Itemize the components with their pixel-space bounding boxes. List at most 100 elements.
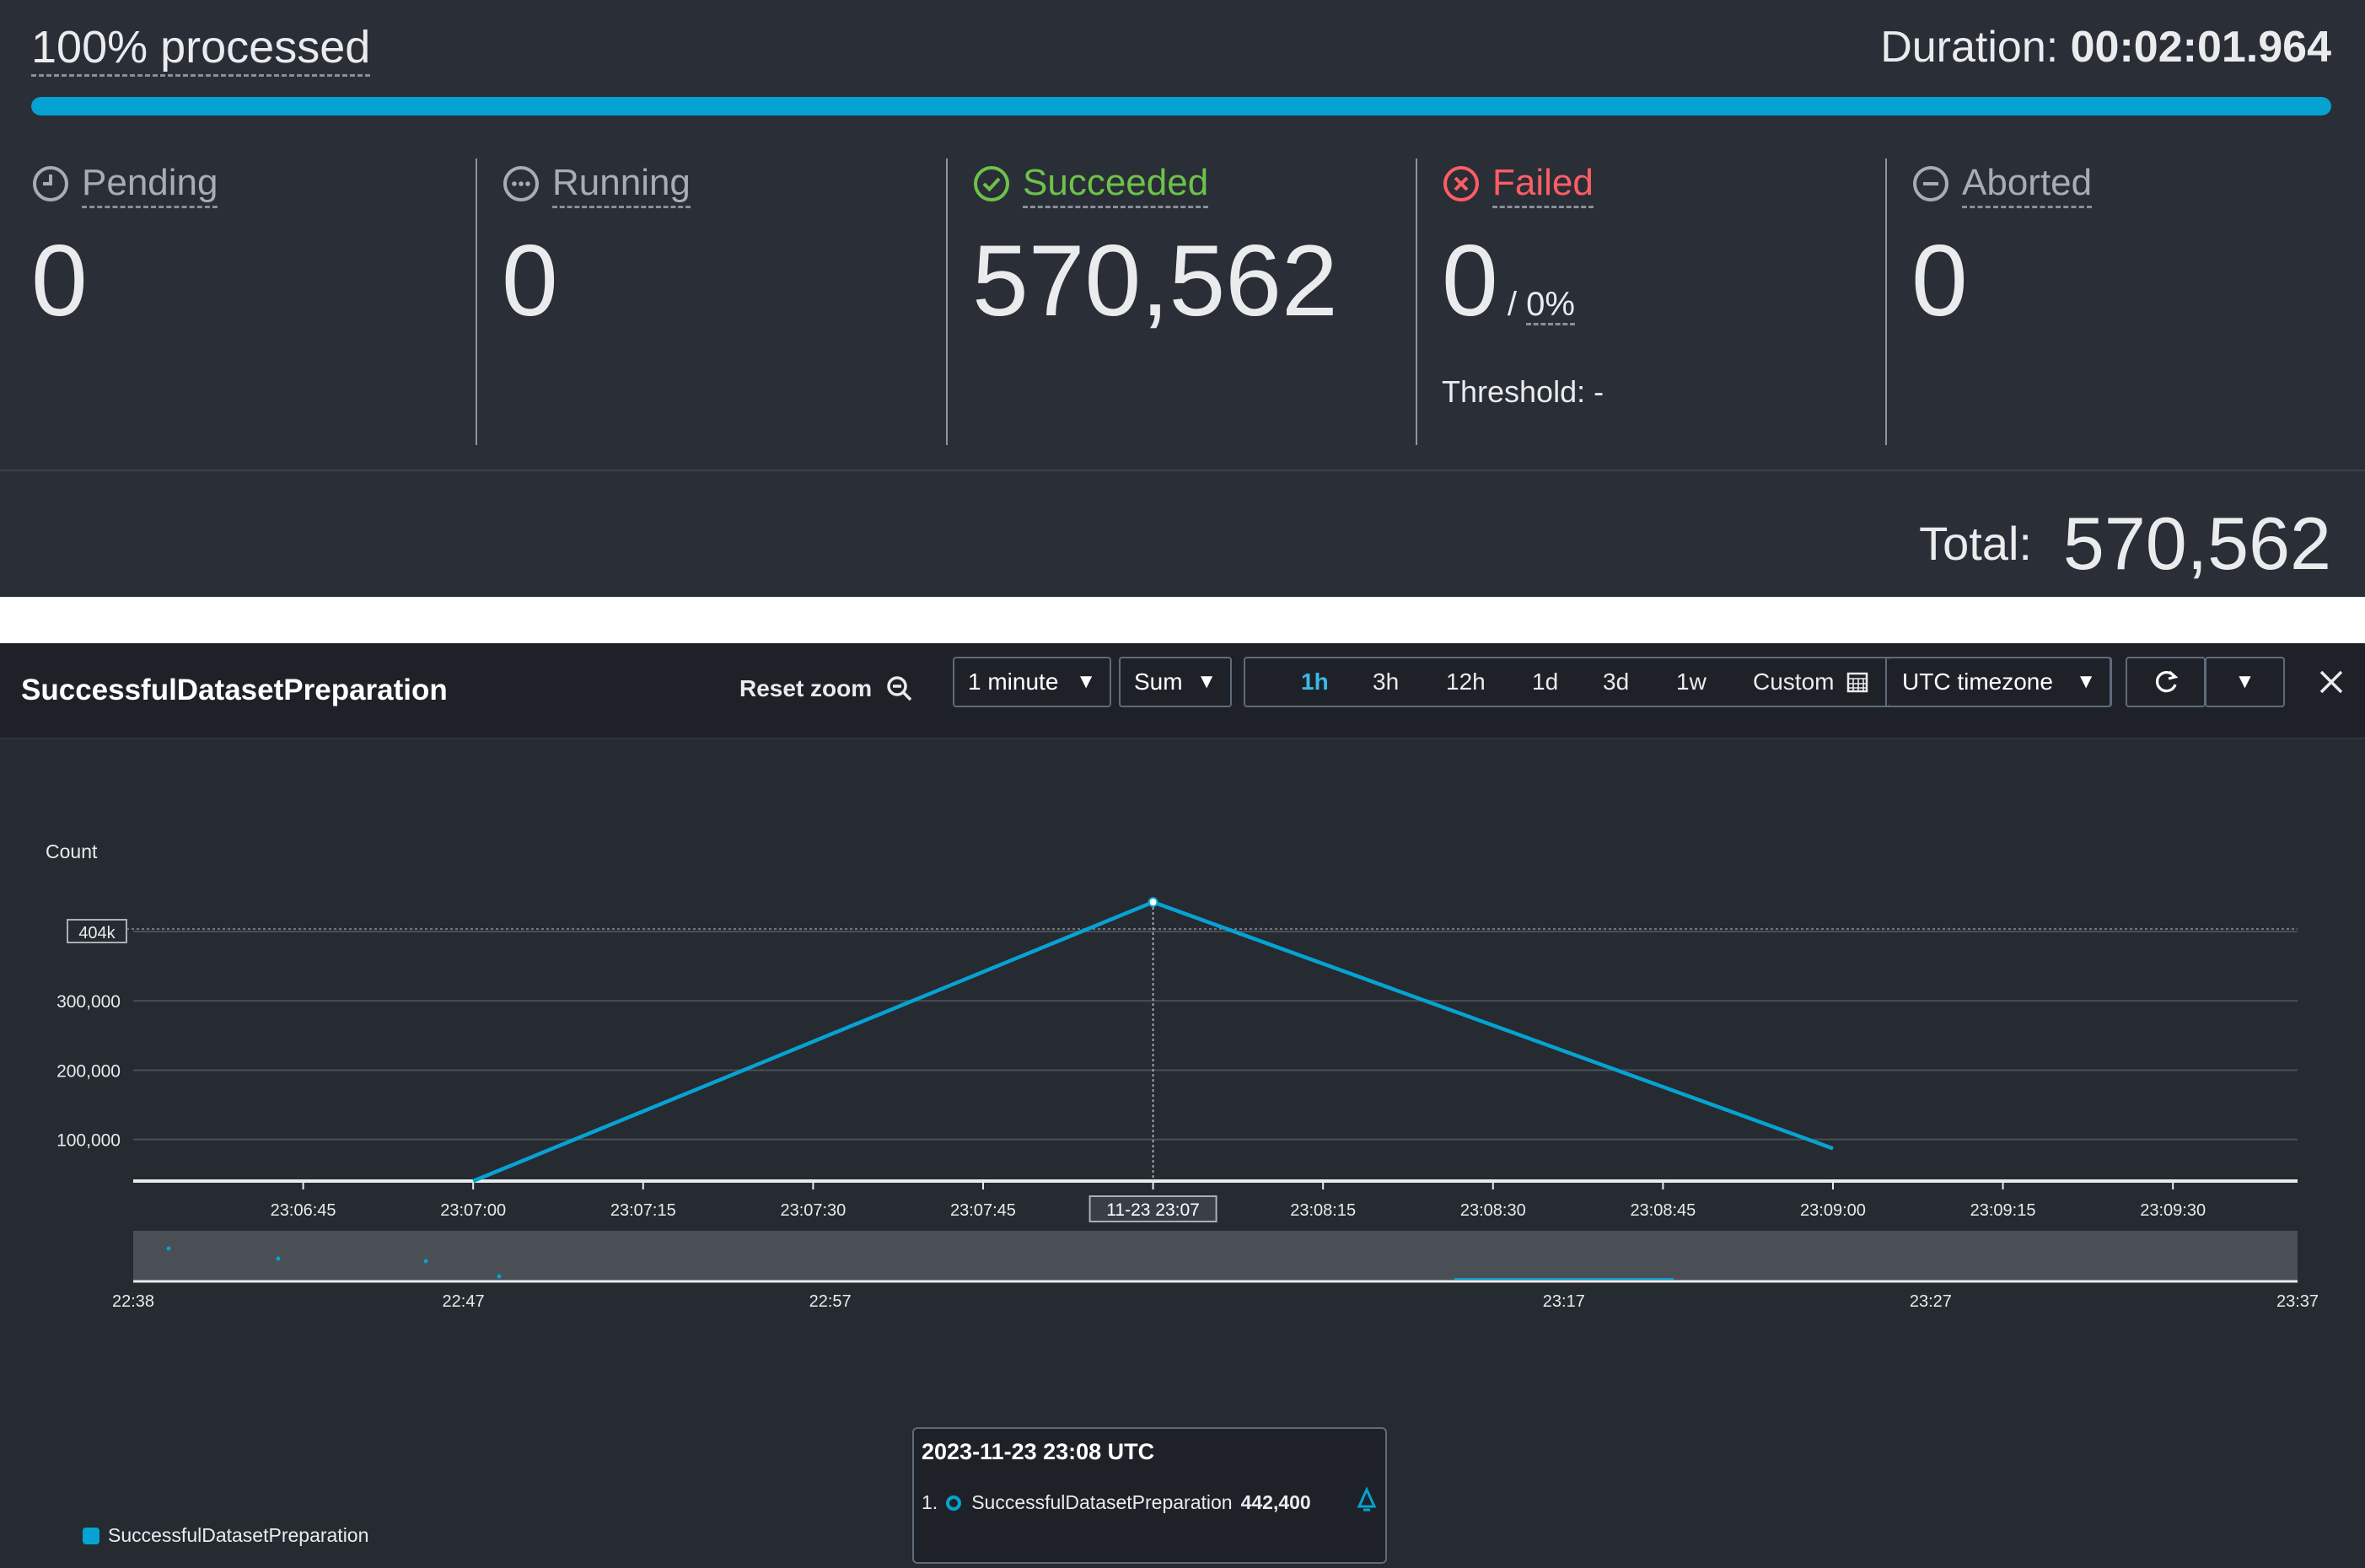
stat-divider bbox=[476, 158, 477, 445]
overview-tick-label: 22:57 bbox=[809, 1292, 852, 1311]
overview-data-point bbox=[497, 1274, 502, 1279]
succeeded-count: 570,562 bbox=[972, 224, 1338, 337]
failed-percent-separator: / bbox=[1507, 286, 1517, 323]
minus-circle-icon bbox=[1913, 166, 1948, 201]
range-1d[interactable]: 1d bbox=[1532, 658, 1558, 706]
x-tick-label: 23:07:30 bbox=[780, 1201, 846, 1220]
range-custom[interactable]: Custom bbox=[1753, 658, 1869, 706]
aborted-label[interactable]: Aborted bbox=[1962, 160, 2093, 208]
refresh-options-dropdown[interactable]: ▼ bbox=[2205, 657, 2285, 707]
tooltip-value: 442,400 bbox=[1240, 1491, 1311, 1513]
aborted-count: 0 bbox=[1911, 224, 1968, 337]
zoom-out-icon bbox=[887, 676, 912, 701]
y-tick-label: 200,000 bbox=[56, 1061, 121, 1081]
x-tick-label: 23:07:45 bbox=[950, 1201, 1016, 1220]
stat-running: Running 0 bbox=[502, 158, 940, 445]
data-point bbox=[1148, 897, 1158, 908]
statistic-select[interactable]: Sum ▼ bbox=[1119, 657, 1232, 707]
summary-panel: 100% processed Duration: 00:02:01.964 Pe… bbox=[0, 0, 2365, 597]
stat-divider bbox=[946, 158, 948, 445]
x-tick-label: 23:07:00 bbox=[440, 1201, 506, 1220]
refresh-icon bbox=[2155, 670, 2178, 693]
running-label[interactable]: Running bbox=[552, 160, 691, 208]
ellipsis-circle-icon bbox=[503, 166, 539, 201]
widget-title: SuccessfulDatasetPreparation bbox=[21, 674, 448, 706]
stat-divider bbox=[1416, 158, 1417, 445]
processed-label[interactable]: 100% processed bbox=[31, 20, 371, 77]
failed-label[interactable]: Failed bbox=[1492, 160, 1594, 208]
total-value: 570,562 bbox=[2062, 502, 2331, 585]
close-icon[interactable] bbox=[2314, 665, 2348, 699]
stat-failed: Failed 0 / 0% Threshold: - bbox=[1442, 158, 1880, 445]
calendar-icon bbox=[1847, 672, 1868, 693]
statistic-value: Sum bbox=[1134, 669, 1183, 695]
tooltip-row: 1. SuccessfulDatasetPreparation 442,400 bbox=[922, 1491, 1311, 1514]
overview-tick-label: 22:38 bbox=[112, 1292, 154, 1311]
tooltip-series: SuccessfulDatasetPreparation bbox=[971, 1491, 1233, 1513]
failed-threshold: Threshold: - bbox=[1442, 374, 1604, 409]
duration: Duration: 00:02:01.964 bbox=[1880, 20, 2331, 74]
x-tick-label: 23:09:30 bbox=[2140, 1201, 2206, 1220]
overview-tick-label: 23:17 bbox=[1543, 1292, 1585, 1311]
tooltip-index: 1. bbox=[922, 1491, 938, 1513]
chevron-down-icon: ▼ bbox=[1076, 670, 1096, 693]
y-tick-label: 300,000 bbox=[56, 992, 121, 1012]
legend-swatch bbox=[83, 1527, 99, 1544]
overview-data-point bbox=[423, 1259, 428, 1264]
widget-toolbar: SuccessfulDatasetPreparation Reset zoom … bbox=[0, 643, 2365, 739]
refresh-button[interactable] bbox=[2126, 657, 2206, 707]
x-tick-label: 23:08:30 bbox=[1460, 1201, 1526, 1220]
progress-fill bbox=[31, 97, 2331, 115]
succeeded-label[interactable]: Succeeded bbox=[1023, 160, 1209, 208]
timezone-select[interactable]: UTC timezone ▼ bbox=[1889, 657, 2111, 707]
overview-band bbox=[133, 1231, 2298, 1281]
chevron-down-icon: ▼ bbox=[2076, 670, 2096, 693]
range-3h[interactable]: 3h bbox=[1373, 658, 1399, 706]
hover-y-label: 404k bbox=[78, 924, 116, 942]
chevron-down-icon: ▼ bbox=[2234, 670, 2255, 693]
period-select[interactable]: 1 minute ▼ bbox=[953, 657, 1111, 707]
pending-label[interactable]: Pending bbox=[82, 160, 218, 208]
progress-bar bbox=[31, 97, 2331, 115]
custom-label: Custom bbox=[1753, 669, 1835, 695]
check-circle-icon bbox=[974, 166, 1009, 201]
stat-aborted: Aborted 0 bbox=[1911, 158, 2350, 445]
x-tick-label: 23:08:45 bbox=[1630, 1201, 1696, 1220]
x-tick-label: 23:09:00 bbox=[1800, 1201, 1866, 1220]
tooltip-title: 2023-11-23 23:08 UTC bbox=[922, 1439, 1155, 1464]
overview-data-point bbox=[166, 1246, 171, 1251]
reset-zoom-label: Reset zoom bbox=[739, 675, 873, 701]
range-1h[interactable]: 1h bbox=[1301, 658, 1329, 706]
reset-zoom-button[interactable]: Reset zoom bbox=[739, 665, 914, 712]
stat-pending: Pending 0 bbox=[31, 158, 470, 445]
divider bbox=[0, 470, 2365, 471]
range-12h[interactable]: 12h bbox=[1446, 658, 1486, 706]
duration-value: 00:02:01.964 bbox=[2070, 23, 2331, 72]
failed-count: 0 / 0% bbox=[1442, 226, 1880, 359]
x-tick-label: 23:08:15 bbox=[1290, 1201, 1356, 1220]
x-tick-label: 23:07:15 bbox=[610, 1201, 676, 1220]
total-label: Total: bbox=[1919, 517, 2032, 570]
duration-label: Duration: bbox=[1880, 23, 2059, 72]
overview-tick-label: 23:37 bbox=[2276, 1292, 2319, 1311]
chart-legend[interactable]: SuccessfulDatasetPreparation bbox=[83, 1524, 368, 1547]
timezone-value: UTC timezone bbox=[1902, 669, 2053, 695]
chevron-down-icon: ▼ bbox=[1196, 670, 1217, 693]
overview-data-point bbox=[276, 1256, 281, 1261]
stat-succeeded: Succeeded 570,562 bbox=[972, 158, 1411, 445]
stat-divider bbox=[1885, 158, 1887, 445]
pending-count: 0 bbox=[31, 224, 88, 337]
x-tick-label: 23:09:15 bbox=[1970, 1201, 2036, 1220]
y-axis-label: Count bbox=[46, 840, 98, 862]
x-circle-icon bbox=[1443, 166, 1479, 201]
hover-x-label: 11-23 23:07 bbox=[1106, 1200, 1200, 1220]
metric-widget: SuccessfulDatasetPreparation Reset zoom … bbox=[0, 643, 2365, 1568]
failed-percent[interactable]: 0% bbox=[1526, 286, 1575, 325]
range-3d[interactable]: 3d bbox=[1603, 658, 1629, 706]
bell-icon[interactable] bbox=[1352, 1486, 1381, 1515]
overview-tick-label: 23:27 bbox=[1910, 1292, 1952, 1311]
range-1w[interactable]: 1w bbox=[1676, 658, 1707, 706]
period-value: 1 minute bbox=[968, 669, 1059, 695]
series-marker-icon bbox=[946, 1495, 962, 1511]
divider bbox=[1885, 657, 1887, 707]
